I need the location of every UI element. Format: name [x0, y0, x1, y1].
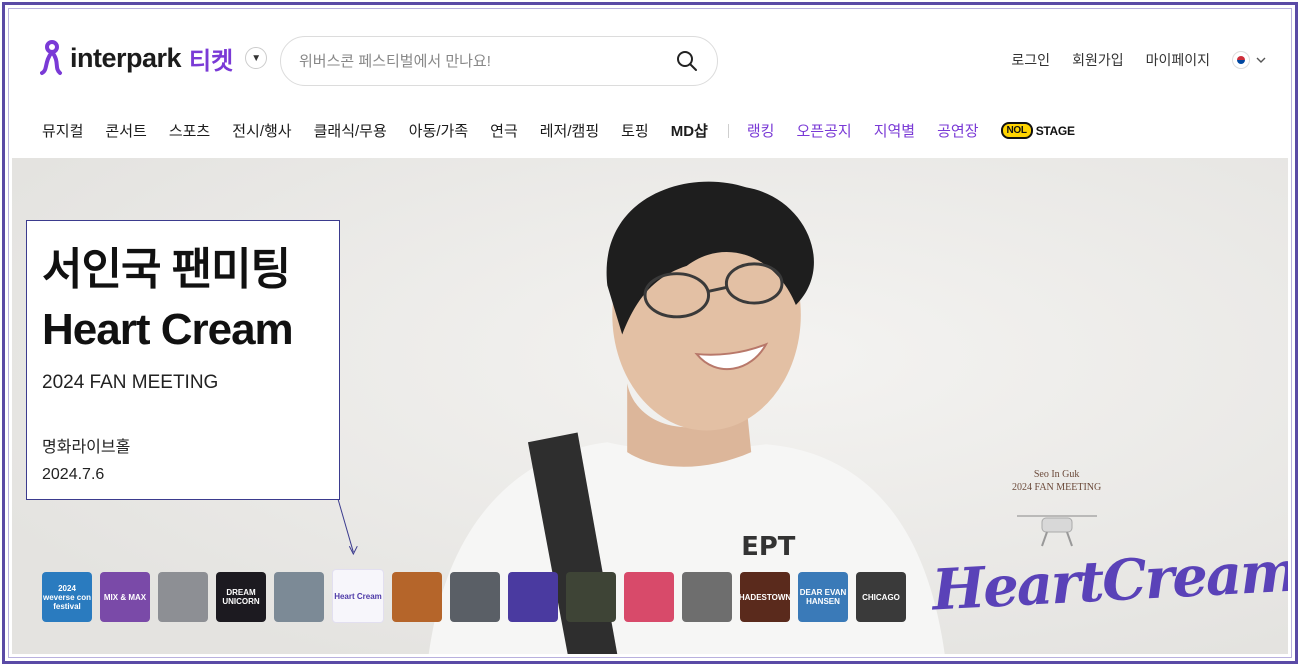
nav-item-exhibition[interactable]: 전시/행사 [232, 120, 291, 141]
korea-flag-icon [1232, 51, 1250, 69]
nav-item-classic[interactable]: 클래식/무용 [314, 120, 387, 141]
nav-item-venue[interactable]: 공연장 [937, 120, 978, 141]
screenshot-frame: interpark 티켓 ▼ 로그인 회원가입 마이페이지 뮤지컬 콘서트 스포… [2, 2, 1298, 664]
banner-thumbnail[interactable]: CHICAGO [856, 572, 906, 622]
nav-item-musical[interactable]: 뮤지컬 [42, 120, 83, 141]
banner-thumbnail[interactable] [566, 572, 616, 622]
hero-date: 2024.7.6 [42, 466, 105, 483]
svg-text:EPT: EPT [741, 532, 796, 562]
banner-thumbnails: 2024 weverse con festival MIX & MAX DREAM … [42, 569, 906, 623]
banner-thumbnail[interactable] [624, 572, 674, 622]
site-header: interpark 티켓 ▼ 로그인 회원가입 마이페이지 뮤지컬 콘서트 스포… [12, 12, 1288, 158]
hero-title: 서인국 팬미팅 Heart Cream [42, 240, 294, 360]
nav-divider [727, 123, 729, 138]
nol-stage-link[interactable]: NOL STAGE [1000, 122, 1075, 139]
banner-thumbnail[interactable]: HADESTOWN [740, 572, 790, 622]
login-link[interactable]: 로그인 [1011, 50, 1050, 70]
mypage-link[interactable]: 마이페이지 [1146, 50, 1210, 70]
logo[interactable]: interpark 티켓 ▼ [40, 40, 268, 76]
nol-badge: NOL [1000, 122, 1033, 139]
nol-stage-label: STAGE [1035, 123, 1075, 138]
nav-item-region[interactable]: 지역별 [874, 120, 915, 141]
nav-item-sports[interactable]: 스포츠 [169, 120, 210, 141]
signup-link[interactable]: 회원가입 [1072, 50, 1124, 70]
nav-item-concert[interactable]: 콘서트 [105, 120, 146, 141]
banner-thumbnail[interactable] [450, 572, 500, 622]
utility-links: 로그인 회원가입 마이페이지 [1011, 50, 1266, 70]
nav-item-theater[interactable]: 연극 [490, 120, 518, 141]
nav-item-md-shop[interactable]: MD샵 [671, 120, 708, 141]
chevron-down-icon [1256, 57, 1266, 63]
hero-title-line1: 서인국 팬미팅 [42, 245, 291, 294]
search-input[interactable] [299, 52, 675, 70]
interpark-logo-icon [40, 40, 62, 75]
banner-thumbnail[interactable] [392, 572, 442, 622]
logo-text: interpark [70, 42, 182, 73]
nav-item-kids[interactable]: 아동/가족 [409, 120, 468, 141]
nav-item-ranking[interactable]: 랭킹 [747, 120, 775, 141]
page: interpark 티켓 ▼ 로그인 회원가입 마이페이지 뮤지컬 콘서트 스포… [12, 12, 1288, 654]
hero-venue: 명화라이브홀 [42, 439, 131, 456]
search-bar [280, 36, 718, 86]
hero-venue-date: 명화라이브홀 2024.7.6 [42, 434, 130, 488]
drone-icon [1017, 515, 1097, 547]
chevron-down-icon[interactable]: ▼ [245, 47, 268, 69]
poster-caption-name: Seo In Guk [1033, 469, 1080, 480]
nav-item-topping[interactable]: 토핑 [621, 120, 649, 141]
banner-thumbnail[interactable]: DREAM UNICORN [216, 572, 266, 622]
banner-thumbnail[interactable]: MIX & MAX [100, 572, 150, 622]
banner-thumbnail[interactable] [508, 572, 558, 622]
poster-caption: Seo In Guk 2024 FAN MEETING [1012, 468, 1101, 494]
banner-thumbnail[interactable] [682, 572, 732, 622]
hero-title-line2: Heart Cream [42, 305, 294, 354]
language-selector[interactable] [1232, 51, 1266, 69]
main-nav: 뮤지컬 콘서트 스포츠 전시/행사 클래식/무용 아동/가족 연극 레저/캠핑 … [42, 120, 1075, 141]
hero-banner[interactable]: EPT 서인국 팬미팅 Heart Cream 2024 FAN MEETING… [12, 158, 1288, 654]
logo-ticket: 티켓 [189, 47, 234, 75]
banner-thumbnail[interactable]: 2024 weverse con festival [42, 572, 92, 622]
search-icon[interactable] [675, 49, 699, 73]
banner-thumbnail[interactable]: DEAR EVAN HANSEN [798, 572, 848, 622]
poster-caption-event: 2024 FAN MEETING [1012, 482, 1102, 493]
banner-thumbnail[interactable]: Heart Cream [332, 569, 384, 623]
banner-thumbnail[interactable] [158, 572, 208, 622]
nav-item-open-notice[interactable]: 오픈공지 [796, 120, 851, 141]
nav-item-leisure[interactable]: 레저/캠핑 [540, 120, 599, 141]
hero-subtitle: 2024 FAN MEETING [42, 372, 219, 393]
banner-thumbnail[interactable] [274, 572, 324, 622]
